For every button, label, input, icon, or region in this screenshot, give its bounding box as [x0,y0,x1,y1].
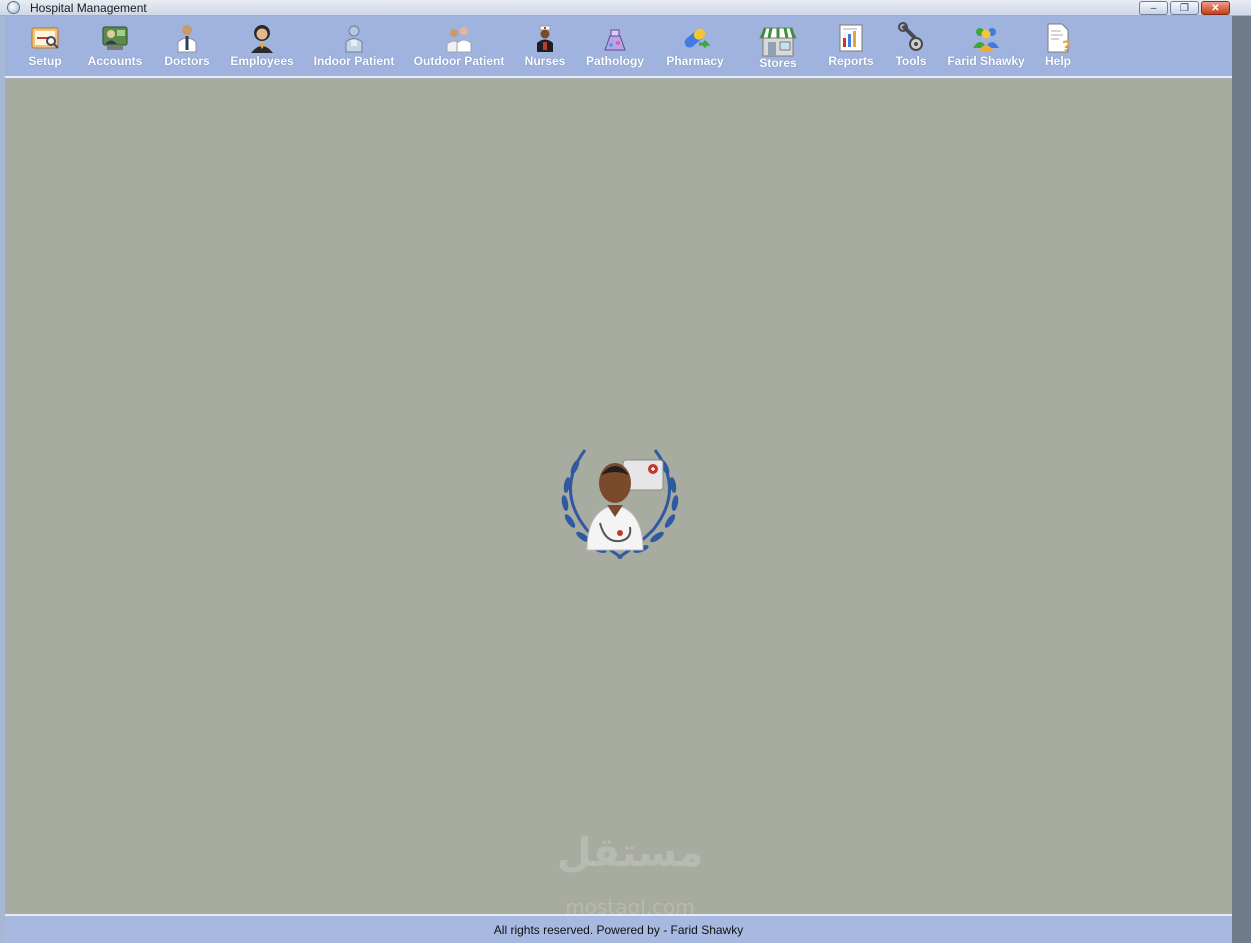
toolbar-outdoor-patient-button[interactable]: Outdoor Patient [413,16,505,78]
toolbar-tools-button[interactable]: Tools [892,16,930,78]
reports-icon [839,24,863,52]
app-icon [7,1,20,14]
toolbar-nurses-button[interactable]: Nurses [522,16,568,78]
toolbar-label: Pharmacy [666,54,724,68]
toolbar-label: Outdoor Patient [413,54,505,68]
toolbar-employees-button[interactable]: Employees [230,16,294,78]
nurse-icon [537,25,553,52]
close-button[interactable]: ✕ [1201,1,1230,15]
restore-button[interactable]: ❐ [1170,1,1199,15]
toolbar-label: Setup [28,54,62,68]
toolbar-label: Indoor Patient [313,54,395,68]
toolbar-pathology-button[interactable]: Pathology [585,16,645,78]
help-icon: ? [1047,23,1071,54]
watermark-logo: مستقل [556,830,704,876]
toolbar-label: Reports [828,54,874,68]
toolbar-label: Employees [230,54,294,68]
svg-text:?: ? [1062,37,1071,54]
tools-icon [898,22,923,51]
toolbar-label: Accounts [87,54,143,68]
toolbar-label: Doctors [164,54,210,68]
toolbar-user-button[interactable]: Farid Shawky [945,16,1027,78]
toolbar-label: Nurses [524,54,566,68]
toolbar-accounts-button[interactable]: Accounts [87,16,143,78]
status-text: All rights reserved. Powered by - Farid … [493,923,744,937]
mdi-workspace: مستقل mostaql.com [5,80,1232,919]
toolbar-indoor-patient-button[interactable]: Indoor Patient [313,16,395,78]
doctor-laurel-emblem [561,449,679,560]
pharmacy-icon [684,28,711,49]
pathology-icon [604,29,626,51]
indoor-patient-icon [345,25,363,53]
window-title: Hospital Management [30,1,147,15]
toolbar-label: Help [1044,54,1071,68]
toolbar-setup-button[interactable]: Setup [25,16,65,78]
outdoor-patient-icon [446,27,472,53]
toolbar-reports-button[interactable]: Reports [826,16,876,78]
minimize-button[interactable]: – [1139,1,1168,15]
window-frame-right [1232,16,1251,943]
title-bar[interactable]: Hospital Management – ❐ ✕ [0,0,1251,16]
users-icon [973,28,999,52]
toolbar-label: Farid Shawky [947,54,1025,68]
toolbar-stores-button[interactable]: Stores [753,16,803,78]
app-window: Hospital Management – ❐ ✕ Setup Accounts… [0,0,1251,943]
store-icon [759,27,797,57]
main-toolbar: Setup Accounts Doctors Employees Indoor … [5,16,1232,78]
toolbar-doctors-button[interactable]: Doctors [163,16,211,78]
toolbar-label: Stores [759,56,797,70]
toolbar-pharmacy-button[interactable]: Pharmacy [662,16,728,78]
status-bar: All rights reserved. Powered by - Farid … [5,914,1232,943]
doctor-icon [177,25,197,53]
toolbar-label: Pathology [585,54,644,68]
setup-icon [31,27,59,49]
accounts-icon [102,26,128,50]
employee-icon [251,25,273,53]
toolbar-help-button[interactable]: ? Help [1041,16,1075,78]
toolbar-label: Tools [895,54,927,68]
